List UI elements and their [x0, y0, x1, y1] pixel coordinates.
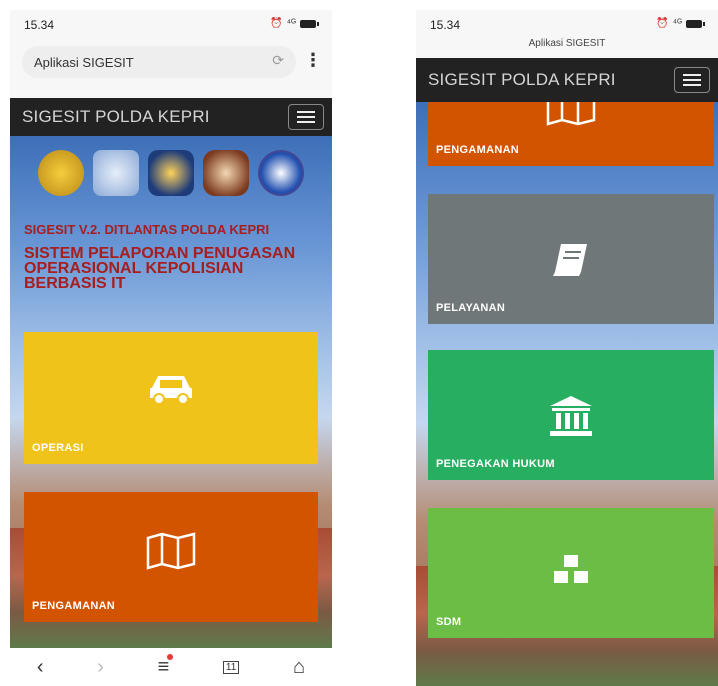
map-icon — [546, 102, 596, 135]
app-subtitle: SIGESIT V.2. DITLANTAS POLDA KEPRI — [24, 222, 270, 237]
ditlantas-logo — [258, 150, 304, 196]
hamburger-menu-button[interactable] — [288, 104, 324, 130]
page-title: Aplikasi SIGESIT — [528, 38, 606, 49]
notification-dot — [167, 653, 174, 660]
polri-logo — [38, 150, 84, 196]
battery-icon — [686, 19, 705, 28]
tile-label: PENEGAKAN HUKUM — [436, 458, 555, 470]
map-icon-svg — [146, 532, 196, 570]
alarm-icon: ⏰ — [656, 18, 669, 29]
hamburger-bar — [683, 74, 701, 76]
app-title: SISTEM PELAPORAN PENUGASAN OPERASIONAL K… — [24, 245, 296, 292]
status-time: 15.34 — [24, 18, 55, 32]
tile-label: PENGAMANAN — [32, 600, 116, 612]
book-icon-svg — [553, 244, 587, 276]
status-bar: 15.34 ⏰ ⁴ᴳ — [10, 10, 332, 38]
status-icons: ⏰ ⁴ᴳ — [656, 18, 705, 29]
browser-bottom-nav: ‹ › ≡ 11 ⌂ — [10, 648, 332, 686]
home-icon[interactable]: ⌂ — [293, 656, 305, 679]
polda-kepri-logo — [148, 150, 194, 196]
tile-label: SDM — [436, 616, 462, 628]
courthouse-icon-svg — [550, 396, 592, 436]
chevron-right-icon[interactable]: › — [97, 656, 104, 679]
mascot-logo — [203, 150, 249, 196]
hamburger-bar — [683, 79, 701, 81]
site-navbar: SIGESIT POLDA KEPRI — [10, 98, 332, 136]
signal-icon: ⁴ᴳ — [286, 18, 296, 29]
signal-icon: ⁴ᴳ — [672, 18, 682, 29]
map-icon — [146, 532, 196, 579]
book-icon — [551, 242, 591, 287]
tabs-icon[interactable]: 11 — [222, 660, 240, 674]
logo-row — [38, 144, 304, 202]
status-time: 15.34 — [430, 18, 461, 32]
hamburger-bar — [683, 84, 701, 86]
menu-icon[interactable]: ≡ — [158, 653, 174, 679]
battery-icon — [300, 19, 319, 28]
page-content: SIGESIT V.2. DITLANTAS POLDA KEPRI SISTE… — [10, 136, 332, 648]
site-navbar: SIGESIT POLDA KEPRI — [416, 58, 718, 102]
url-pill[interactable]: Aplikasi SIGESIT ⟳ — [22, 46, 296, 78]
tile-pelayanan[interactable]: PELAYANAN — [428, 194, 714, 324]
status-icons: ⏰ ⁴ᴳ — [270, 18, 319, 29]
tile-label: PELAYANAN — [436, 302, 506, 314]
navbar-title[interactable]: SIGESIT POLDA KEPRI — [22, 107, 210, 127]
alarm-icon: ⏰ — [270, 18, 283, 29]
page-title: Aplikasi SIGESIT — [34, 55, 134, 70]
status-bar: 15.34 ⏰ ⁴ᴳ — [416, 10, 718, 38]
tile-pengamanan[interactable]: PENGAMANAN — [428, 102, 714, 166]
hamburger-menu-button[interactable] — [674, 67, 710, 93]
courthouse-icon — [548, 394, 594, 447]
cubes-icon-svg — [552, 553, 590, 585]
korlantas-logo — [93, 150, 139, 196]
tile-sdm[interactable]: SDM — [428, 508, 714, 638]
hamburger-bar — [297, 121, 315, 123]
tile-penegakan-hukum[interactable]: PENEGAKAN HUKUM — [428, 350, 714, 480]
browser-address-bar: Aplikasi SIGESIT ⟳ ⋮ — [10, 38, 332, 98]
car-icon-svg — [150, 376, 192, 405]
tile-label: OPERASI — [32, 442, 84, 454]
reload-icon[interactable]: ⟳ — [272, 52, 284, 69]
car-icon — [148, 372, 194, 415]
navbar-title[interactable]: SIGESIT POLDA KEPRI — [428, 70, 616, 90]
cubes-icon — [547, 552, 595, 601]
phone-screenshot-left: 15.34 ⏰ ⁴ᴳ Aplikasi SIGESIT ⟳ ⋮ SIGESIT … — [10, 10, 332, 686]
map-icon-svg — [546, 102, 596, 126]
page-content: PENGAMANAN PELAYANAN PENEGAKAN HUKUM SDM — [416, 102, 718, 686]
chevron-left-icon[interactable]: ‹ — [37, 656, 44, 679]
hamburger-bar — [297, 111, 315, 113]
phone-screenshot-right: 15.34 ⏰ ⁴ᴳ Aplikasi SIGESIT SIGESIT POLD… — [416, 10, 718, 686]
tile-pengamanan[interactable]: PENGAMANAN — [24, 492, 318, 622]
more-options-icon[interactable]: ⋮ — [304, 50, 322, 71]
tile-label: PENGAMANAN — [436, 144, 520, 156]
tile-operasi[interactable]: OPERASI — [24, 332, 318, 464]
hamburger-bar — [297, 116, 315, 118]
